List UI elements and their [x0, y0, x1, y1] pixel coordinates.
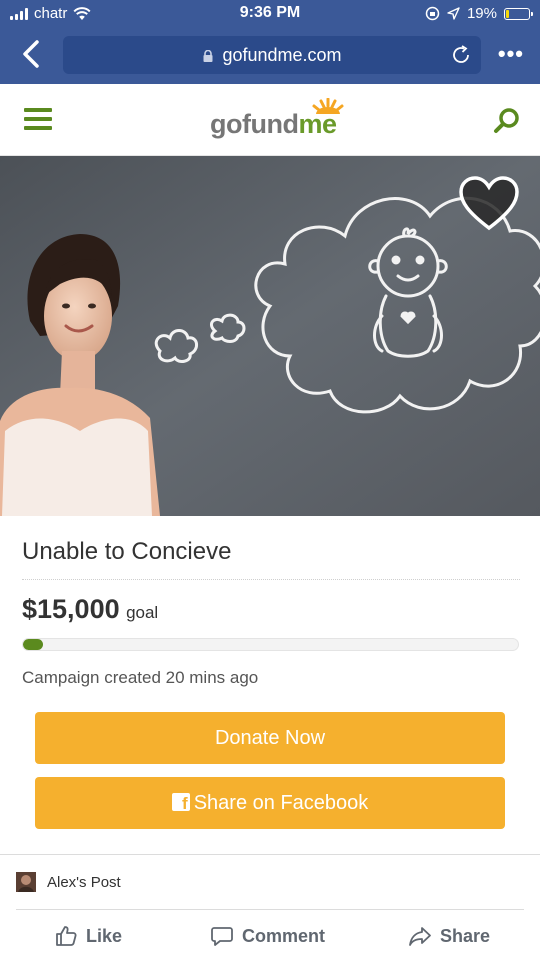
search-icon[interactable]: [492, 106, 522, 136]
campaign-goal: $15,000 goal: [22, 594, 158, 625]
heart-icon[interactable]: [458, 176, 520, 232]
goal-amount: $15,000: [22, 594, 120, 624]
comment-label: Comment: [242, 925, 326, 946]
gofundme-logo[interactable]: gofundme: [210, 98, 360, 142]
share-label: Share: [440, 925, 491, 946]
like-button[interactable]: Like: [54, 923, 122, 949]
more-icon[interactable]: •••: [498, 43, 524, 65]
progress-fill: [23, 639, 43, 650]
donate-button[interactable]: Donate Now: [35, 712, 505, 764]
status-bar: chatr 9:36 PM 19%: [0, 0, 540, 30]
facebook-icon: f: [171, 793, 190, 813]
battery-percent: 19%: [466, 5, 497, 22]
url-text: gofundme.com: [222, 45, 342, 65]
browser-chrome: chatr 9:36 PM 19% gofundme.com •••: [0, 0, 540, 84]
comment-icon: [211, 927, 233, 946]
share-icon: [409, 927, 431, 946]
post-author[interactable]: Alex's Post: [47, 874, 121, 891]
share-facebook-button[interactable]: f Share on Facebook: [35, 777, 505, 829]
logo-text-me: me: [298, 109, 337, 139]
location-icon: [447, 7, 460, 20]
divider: [16, 909, 524, 910]
goal-label: goal: [126, 603, 159, 622]
divider: [22, 579, 520, 580]
like-icon: [56, 926, 77, 946]
logo-text-gofund: gofund: [210, 109, 299, 139]
orientation-lock-icon: [425, 6, 440, 21]
like-label: Like: [86, 925, 123, 946]
campaign-image[interactable]: [0, 156, 540, 516]
progress-bar: [22, 638, 519, 651]
campaign-title: Unable to Concieve: [22, 538, 232, 565]
lock-icon: [203, 50, 213, 62]
battery-icon: [504, 7, 533, 20]
donate-button-label: Donate Now: [214, 727, 326, 749]
reload-icon[interactable]: [449, 43, 473, 67]
menu-icon[interactable]: [24, 108, 52, 130]
facebook-post-footer: Alex's Post Like Comment Share: [0, 854, 540, 960]
share-button-label: Share on Facebook: [193, 792, 369, 814]
campaign-created: Campaign created 20 mins ago: [22, 668, 259, 687]
back-icon[interactable]: [16, 38, 46, 70]
share-button[interactable]: Share: [408, 923, 490, 949]
avatar[interactable]: [16, 872, 36, 892]
comment-button[interactable]: Comment: [210, 923, 325, 949]
url-bar[interactable]: gofundme.com: [63, 36, 481, 74]
site-header: gofundme: [0, 84, 540, 156]
